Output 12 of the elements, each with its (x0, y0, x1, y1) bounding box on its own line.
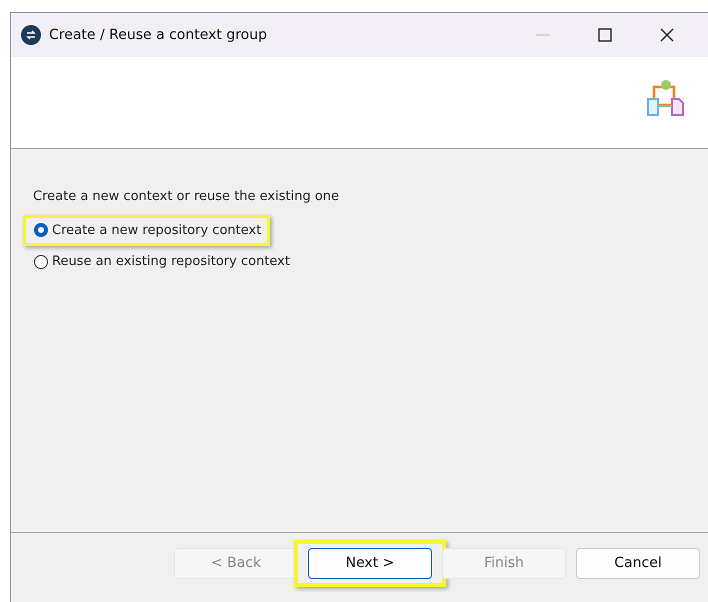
context-group-icon (646, 79, 686, 117)
radio-label[interactable]: Create a new repository context (52, 220, 262, 240)
radio-label[interactable]: Reuse an existing repository context (52, 252, 290, 272)
radio-button[interactable] (34, 254, 48, 269)
wizard-button[interactable]: Cancel (576, 548, 700, 579)
instruction-text: Create a new context or reuse the existing one (33, 188, 340, 206)
maximize-icon[interactable] (598, 28, 612, 42)
app-logo-icon (21, 25, 41, 45)
radio-button[interactable] (34, 223, 48, 238)
window-title: Create / Reuse a context group (49, 26, 267, 44)
close-icon[interactable] (660, 28, 674, 42)
wizard-button[interactable]: Next > (308, 548, 432, 579)
